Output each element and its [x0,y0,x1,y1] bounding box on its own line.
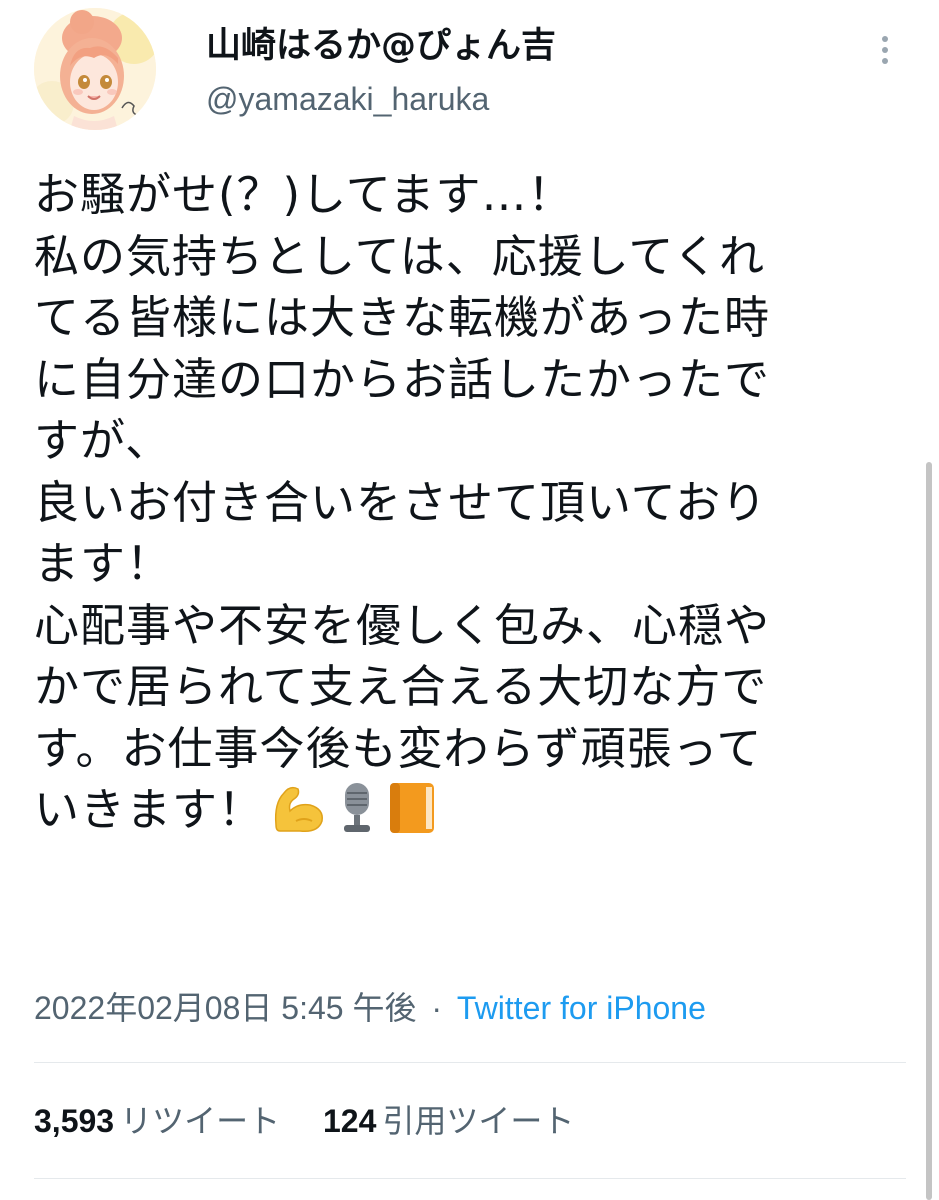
display-name[interactable]: 山崎はるか@ぴょん吉 [206,24,556,68]
divider [34,1062,906,1063]
more-vertical-icon[interactable] [870,28,900,72]
tweet-text-line: 心配事や不安を優しく包み、心穏や [34,598,771,652]
tweet-detail: 山崎はるか@ぴょん吉 @yamazaki_haruka お騒がせ(？)してます…… [0,0,939,1200]
scrollbar[interactable] [926,462,932,1200]
tweet-text-line: 良いお付き合いをさせて頂いており [34,475,768,529]
tweet-text-line: かで居られて支え合える大切な方で [34,660,768,713]
source-link[interactable]: Twitter for iPhone [457,990,706,1026]
tweet-stats: 3,593 リツイート 124 引用ツイート [34,1098,608,1144]
tweet-text-line: すが、 [34,414,172,467]
tweet-text-line: 私の気持ちとしては、応援してくれ [34,229,766,283]
orange-book-icon [386,781,438,851]
meta-separator: · [431,990,442,1026]
author-names: 山崎はるか@ぴょん吉 @yamazaki_haruka [206,24,556,122]
tweet-text-line: す。お仕事今後も変わらず頑張って [34,721,763,775]
tweet-text-line: ます！ [34,537,173,590]
tweet-text-line: いきます！ [34,783,265,836]
tweet-header: 山崎はるか@ぴょん吉 @yamazaki_haruka [34,0,914,150]
retweets-label: リツイート [120,1103,281,1139]
tweet-text-line: に自分達の口からお話したかったで [34,352,771,406]
tweet-text-line: お騒がせ(？)してます…！ [34,168,574,221]
tweet-text: お騒がせ(？)してます…！ 私の気持ちとしては、応援してくれ てる皆様には大きな… [34,164,914,841]
quotes-stat[interactable]: 124 引用ツイート [323,1098,574,1144]
quotes-count: 124 [322,1103,377,1139]
user-handle[interactable]: @yamazaki_haruka [206,76,556,122]
retweets-count: 3,593 [34,1103,115,1139]
microphone-icon [334,781,380,851]
tweet-text-line: てる皆様には大きな転機があった時 [34,291,771,344]
avatar[interactable] [34,8,156,130]
timestamp[interactable]: 2022年02月08日 5:45 午後 [34,990,416,1026]
retweets-stat[interactable]: 3,593 リツイート [34,1098,280,1144]
flexed-biceps-icon [270,781,328,851]
tweet-text-last-line: いきます！ [34,779,914,841]
quotes-label: 引用ツイート [382,1103,575,1139]
tweet-meta: 2022年02月08日 5:45 午後 · Twitter for iPhone [34,985,706,1031]
divider [34,1178,906,1179]
